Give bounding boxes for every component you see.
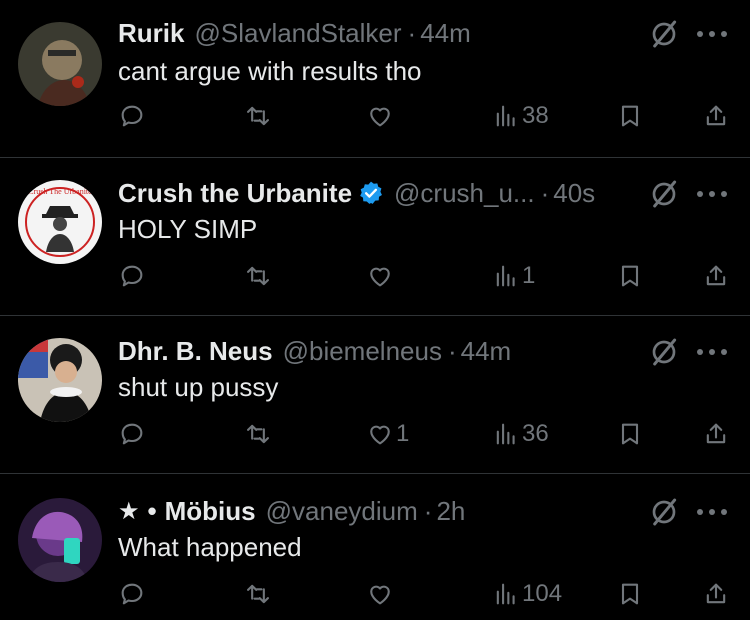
view-count: 1 xyxy=(522,262,536,289)
retweet-icon xyxy=(244,262,272,290)
tweet[interactable]: Rurik @SlavlandStalker · 44m cant argue … xyxy=(0,0,750,158)
tweet-actions: 104 xyxy=(0,580,750,620)
tweet-text: HOLY SIMP xyxy=(118,214,258,244)
separator-dot: · xyxy=(540,177,550,208)
bookmark-button[interactable] xyxy=(616,262,644,290)
separator-dot: · xyxy=(447,335,457,366)
display-name[interactable]: Dhr. B. Neus xyxy=(118,336,273,367)
more-icon[interactable] xyxy=(694,28,730,40)
like-icon xyxy=(366,262,394,290)
views-button[interactable]: 36 xyxy=(492,420,549,448)
like-icon xyxy=(366,420,394,448)
more-icon[interactable] xyxy=(694,346,730,358)
avatar-text: Crush The Urbanite xyxy=(28,187,92,196)
timestamp[interactable]: 44m xyxy=(461,336,512,367)
share-icon xyxy=(702,420,730,448)
separator-dot: · xyxy=(407,17,417,48)
avatar[interactable]: Crush The Urbanite xyxy=(18,180,102,264)
display-name[interactable]: Rurik xyxy=(118,18,184,49)
reply-button[interactable] xyxy=(118,102,146,130)
tweet-text: What happened xyxy=(118,532,302,562)
like-button[interactable]: 1 xyxy=(366,420,409,448)
share-icon xyxy=(702,102,730,130)
timestamp[interactable]: 40s xyxy=(553,178,595,209)
views-button[interactable]: 1 xyxy=(492,262,535,290)
tweet[interactable]: Dhr. B. Neus @biemelneus · 44m shut up p… xyxy=(0,316,750,474)
grok-icon[interactable] xyxy=(648,336,680,368)
display-name[interactable]: Crush the Urbanite xyxy=(118,178,352,209)
tweet-text: shut up pussy xyxy=(118,372,279,402)
retweet-button[interactable] xyxy=(244,102,272,130)
views-icon xyxy=(492,420,520,448)
user-handle[interactable]: @crush_u... xyxy=(394,178,535,209)
like-button[interactable] xyxy=(366,262,396,290)
like-button[interactable] xyxy=(366,102,396,130)
bookmark-icon xyxy=(616,102,644,130)
user-handle[interactable]: @SlavlandStalker xyxy=(194,18,401,49)
bookmark-icon xyxy=(616,262,644,290)
reply-icon xyxy=(118,102,146,130)
tweet-text: cant argue with results tho xyxy=(118,56,422,86)
share-button[interactable] xyxy=(702,420,730,448)
display-name[interactable]: Möbius xyxy=(165,496,256,527)
views-button[interactable]: 38 xyxy=(492,102,549,130)
user-handle[interactable]: @vaneydium xyxy=(266,496,418,527)
tweet[interactable]: ★ • Möbius @vaneydium · 2h What happened… xyxy=(0,474,750,607)
timestamp[interactable]: 44m xyxy=(420,18,471,49)
reply-button[interactable] xyxy=(118,262,146,290)
tweet[interactable]: Crush The Urbanite Crush the Urbanite @c… xyxy=(0,158,750,316)
retweet-icon xyxy=(244,102,272,130)
separator-dot: · xyxy=(423,495,433,526)
share-button[interactable] xyxy=(702,262,730,290)
share-icon xyxy=(702,262,730,290)
tweet-actions: 38 xyxy=(0,102,750,142)
more-icon[interactable] xyxy=(694,506,730,518)
view-count: 36 xyxy=(522,420,549,447)
avatar[interactable] xyxy=(18,498,102,582)
bookmark-button[interactable] xyxy=(616,102,644,130)
retweet-button[interactable] xyxy=(244,420,272,448)
star-icon: ★ xyxy=(118,497,140,525)
tweet-actions: 1 xyxy=(0,262,750,302)
like-count: 1 xyxy=(396,420,410,447)
views-icon xyxy=(492,262,520,290)
retweet-icon xyxy=(244,420,272,448)
avatar[interactable] xyxy=(18,22,102,106)
like-icon xyxy=(366,102,394,130)
user-handle[interactable]: @biemelneus xyxy=(283,336,442,367)
reply-button[interactable] xyxy=(118,420,146,448)
grok-icon[interactable] xyxy=(648,178,680,210)
tweet-actions: 1 36 xyxy=(0,420,750,460)
reply-icon xyxy=(118,420,146,448)
grok-icon[interactable] xyxy=(648,18,680,50)
bookmark-icon xyxy=(616,420,644,448)
avatar[interactable] xyxy=(18,338,102,422)
verified-badge-icon[interactable] xyxy=(358,180,384,206)
views-icon xyxy=(492,102,520,130)
grok-icon[interactable] xyxy=(648,496,680,528)
timestamp[interactable]: 2h xyxy=(436,496,465,527)
bullet-separator: • xyxy=(147,495,157,526)
retweet-button[interactable] xyxy=(244,262,272,290)
share-button[interactable] xyxy=(702,102,730,130)
reply-icon xyxy=(118,262,146,290)
view-count: 38 xyxy=(522,102,549,129)
more-icon[interactable] xyxy=(694,188,730,200)
bookmark-button[interactable] xyxy=(616,420,644,448)
